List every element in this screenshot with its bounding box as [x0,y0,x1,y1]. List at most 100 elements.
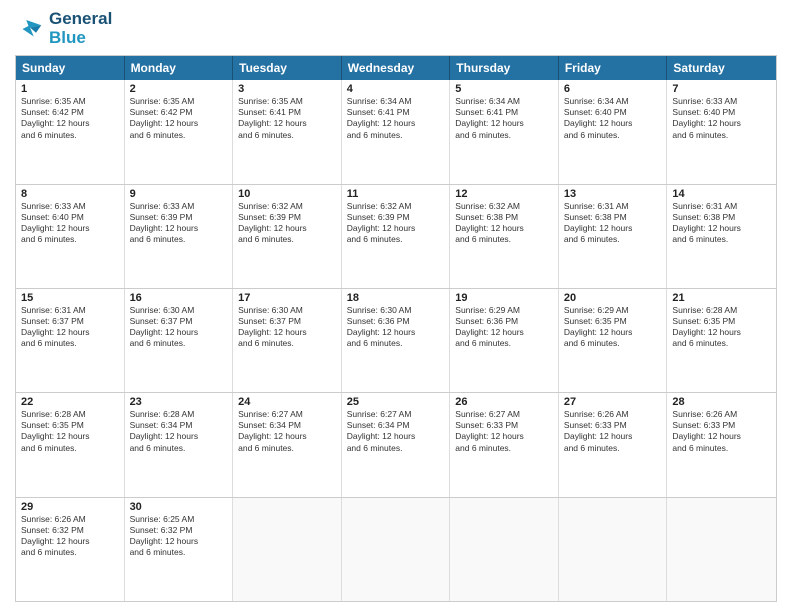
day-cell-23: 23Sunrise: 6:28 AM Sunset: 6:34 PM Dayli… [125,393,234,496]
day-number: 7 [672,83,771,95]
day-cell-29: 29Sunrise: 6:26 AM Sunset: 6:32 PM Dayli… [16,498,125,601]
day-info: Sunrise: 6:35 AM Sunset: 6:42 PM Dayligh… [130,96,228,140]
day-cell-14: 14Sunrise: 6:31 AM Sunset: 6:38 PM Dayli… [667,185,776,288]
calendar-body: 1Sunrise: 6:35 AM Sunset: 6:42 PM Daylig… [16,80,776,601]
day-info: Sunrise: 6:30 AM Sunset: 6:37 PM Dayligh… [130,305,228,349]
day-number: 22 [21,396,119,408]
calendar-week-4: 22Sunrise: 6:28 AM Sunset: 6:35 PM Dayli… [16,392,776,496]
calendar: SundayMondayTuesdayWednesdayThursdayFrid… [15,55,777,602]
day-number: 24 [238,396,336,408]
day-info: Sunrise: 6:30 AM Sunset: 6:37 PM Dayligh… [238,305,336,349]
day-cell-12: 12Sunrise: 6:32 AM Sunset: 6:38 PM Dayli… [450,185,559,288]
empty-cell [233,498,342,601]
empty-cell [342,498,451,601]
page: General Blue SundayMondayTuesdayWednesda… [0,0,792,612]
day-number: 9 [130,188,228,200]
header-day-monday: Monday [125,56,234,80]
header-day-thursday: Thursday [450,56,559,80]
header-day-saturday: Saturday [667,56,776,80]
day-info: Sunrise: 6:29 AM Sunset: 6:35 PM Dayligh… [564,305,662,349]
day-number: 15 [21,292,119,304]
header-day-friday: Friday [559,56,668,80]
day-number: 11 [347,188,445,200]
calendar-week-5: 29Sunrise: 6:26 AM Sunset: 6:32 PM Dayli… [16,497,776,601]
header-day-wednesday: Wednesday [342,56,451,80]
day-number: 3 [238,83,336,95]
day-number: 29 [21,501,119,513]
day-info: Sunrise: 6:33 AM Sunset: 6:40 PM Dayligh… [672,96,771,140]
day-number: 23 [130,396,228,408]
day-number: 17 [238,292,336,304]
day-info: Sunrise: 6:25 AM Sunset: 6:32 PM Dayligh… [130,514,228,558]
day-number: 2 [130,83,228,95]
day-info: Sunrise: 6:33 AM Sunset: 6:39 PM Dayligh… [130,201,228,245]
day-info: Sunrise: 6:32 AM Sunset: 6:38 PM Dayligh… [455,201,553,245]
day-cell-6: 6Sunrise: 6:34 AM Sunset: 6:40 PM Daylig… [559,80,668,183]
day-info: Sunrise: 6:33 AM Sunset: 6:40 PM Dayligh… [21,201,119,245]
day-number: 12 [455,188,553,200]
day-info: Sunrise: 6:27 AM Sunset: 6:34 PM Dayligh… [347,409,445,453]
logo-icon [15,14,45,44]
day-number: 16 [130,292,228,304]
day-cell-10: 10Sunrise: 6:32 AM Sunset: 6:39 PM Dayli… [233,185,342,288]
day-info: Sunrise: 6:32 AM Sunset: 6:39 PM Dayligh… [238,201,336,245]
empty-cell [559,498,668,601]
day-cell-30: 30Sunrise: 6:25 AM Sunset: 6:32 PM Dayli… [125,498,234,601]
day-number: 30 [130,501,228,513]
day-cell-17: 17Sunrise: 6:30 AM Sunset: 6:37 PM Dayli… [233,289,342,392]
day-number: 21 [672,292,771,304]
day-info: Sunrise: 6:28 AM Sunset: 6:35 PM Dayligh… [21,409,119,453]
calendar-week-3: 15Sunrise: 6:31 AM Sunset: 6:37 PM Dayli… [16,288,776,392]
day-cell-24: 24Sunrise: 6:27 AM Sunset: 6:34 PM Dayli… [233,393,342,496]
day-cell-7: 7Sunrise: 6:33 AM Sunset: 6:40 PM Daylig… [667,80,776,183]
day-number: 27 [564,396,662,408]
day-info: Sunrise: 6:27 AM Sunset: 6:34 PM Dayligh… [238,409,336,453]
header-day-sunday: Sunday [16,56,125,80]
day-info: Sunrise: 6:29 AM Sunset: 6:36 PM Dayligh… [455,305,553,349]
header-day-tuesday: Tuesday [233,56,342,80]
day-cell-18: 18Sunrise: 6:30 AM Sunset: 6:36 PM Dayli… [342,289,451,392]
day-number: 26 [455,396,553,408]
day-number: 13 [564,188,662,200]
day-cell-9: 9Sunrise: 6:33 AM Sunset: 6:39 PM Daylig… [125,185,234,288]
day-cell-28: 28Sunrise: 6:26 AM Sunset: 6:33 PM Dayli… [667,393,776,496]
day-info: Sunrise: 6:27 AM Sunset: 6:33 PM Dayligh… [455,409,553,453]
day-cell-1: 1Sunrise: 6:35 AM Sunset: 6:42 PM Daylig… [16,80,125,183]
calendar-week-2: 8Sunrise: 6:33 AM Sunset: 6:40 PM Daylig… [16,184,776,288]
day-info: Sunrise: 6:26 AM Sunset: 6:33 PM Dayligh… [564,409,662,453]
day-cell-16: 16Sunrise: 6:30 AM Sunset: 6:37 PM Dayli… [125,289,234,392]
logo-text: General Blue [49,10,112,47]
day-number: 8 [21,188,119,200]
day-cell-8: 8Sunrise: 6:33 AM Sunset: 6:40 PM Daylig… [16,185,125,288]
day-number: 20 [564,292,662,304]
day-number: 5 [455,83,553,95]
day-cell-13: 13Sunrise: 6:31 AM Sunset: 6:38 PM Dayli… [559,185,668,288]
empty-cell [667,498,776,601]
day-cell-4: 4Sunrise: 6:34 AM Sunset: 6:41 PM Daylig… [342,80,451,183]
day-cell-19: 19Sunrise: 6:29 AM Sunset: 6:36 PM Dayli… [450,289,559,392]
day-number: 14 [672,188,771,200]
day-info: Sunrise: 6:32 AM Sunset: 6:39 PM Dayligh… [347,201,445,245]
day-info: Sunrise: 6:31 AM Sunset: 6:37 PM Dayligh… [21,305,119,349]
day-number: 6 [564,83,662,95]
day-cell-5: 5Sunrise: 6:34 AM Sunset: 6:41 PM Daylig… [450,80,559,183]
day-cell-27: 27Sunrise: 6:26 AM Sunset: 6:33 PM Dayli… [559,393,668,496]
day-number: 10 [238,188,336,200]
day-info: Sunrise: 6:28 AM Sunset: 6:35 PM Dayligh… [672,305,771,349]
header: General Blue [15,10,777,47]
calendar-week-1: 1Sunrise: 6:35 AM Sunset: 6:42 PM Daylig… [16,80,776,183]
day-info: Sunrise: 6:26 AM Sunset: 6:32 PM Dayligh… [21,514,119,558]
day-cell-15: 15Sunrise: 6:31 AM Sunset: 6:37 PM Dayli… [16,289,125,392]
day-info: Sunrise: 6:34 AM Sunset: 6:41 PM Dayligh… [455,96,553,140]
logo: General Blue [15,10,112,47]
day-cell-21: 21Sunrise: 6:28 AM Sunset: 6:35 PM Dayli… [667,289,776,392]
day-info: Sunrise: 6:31 AM Sunset: 6:38 PM Dayligh… [564,201,662,245]
day-info: Sunrise: 6:30 AM Sunset: 6:36 PM Dayligh… [347,305,445,349]
day-info: Sunrise: 6:34 AM Sunset: 6:40 PM Dayligh… [564,96,662,140]
day-number: 18 [347,292,445,304]
day-number: 25 [347,396,445,408]
day-info: Sunrise: 6:35 AM Sunset: 6:42 PM Dayligh… [21,96,119,140]
day-number: 19 [455,292,553,304]
day-cell-2: 2Sunrise: 6:35 AM Sunset: 6:42 PM Daylig… [125,80,234,183]
day-cell-22: 22Sunrise: 6:28 AM Sunset: 6:35 PM Dayli… [16,393,125,496]
